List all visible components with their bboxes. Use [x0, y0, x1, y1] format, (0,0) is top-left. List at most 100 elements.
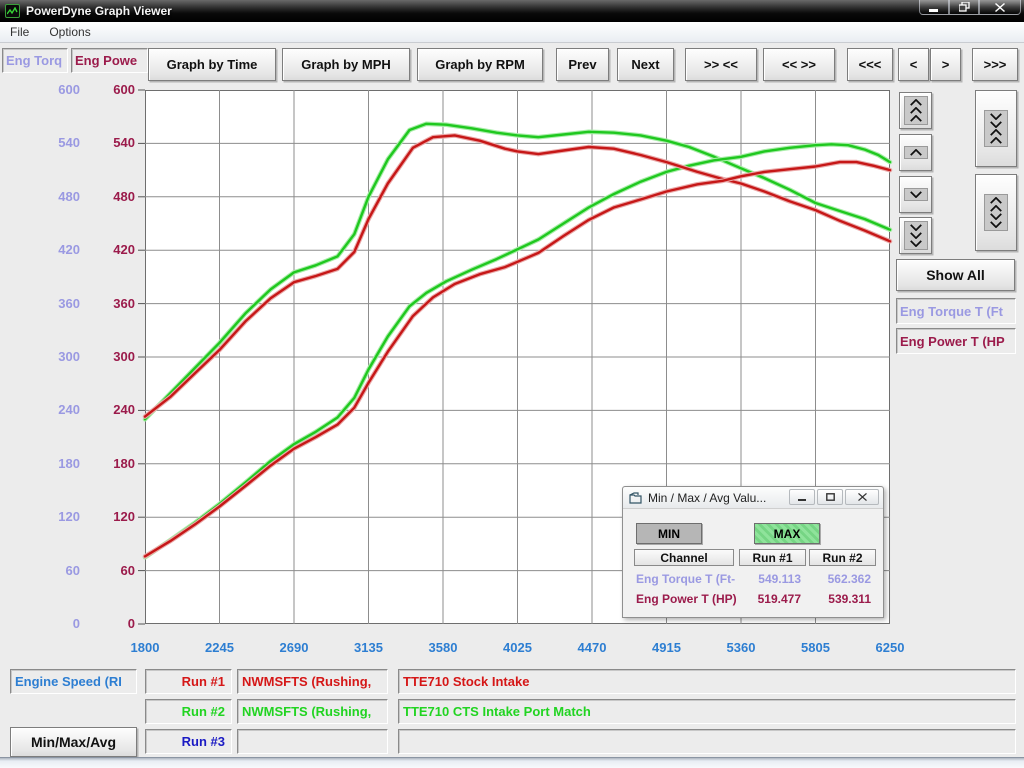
run1-column-header[interactable]: Run #1 [739, 549, 806, 566]
x-tick-label: 6250 [858, 640, 922, 655]
chevrons-converge-icon [984, 110, 1008, 147]
x-tick-label: 3580 [411, 640, 475, 655]
zoom-in-button[interactable]: >> << [685, 48, 757, 81]
minmax-close-button[interactable] [845, 489, 879, 505]
y-tick-label: 480 [86, 189, 135, 204]
y-tick-label: 0 [20, 616, 80, 631]
max-toggle-button[interactable]: MAX [754, 523, 820, 544]
show-all-button[interactable]: Show All [896, 259, 1015, 291]
power-channel-label[interactable]: Eng Power T (HP [896, 328, 1016, 354]
scroll-first-button[interactable]: <<< [847, 48, 893, 81]
close-button[interactable] [979, 0, 1021, 15]
run2-description: TTE710 CTS Intake Port Match [398, 699, 1016, 724]
scale-up-button[interactable] [899, 134, 932, 171]
run2-label: Run #2 [145, 699, 232, 724]
minmax-avg-button[interactable]: Min/Max/Avg [10, 727, 137, 757]
run1-description: TTE710 Stock Intake [398, 669, 1016, 694]
x-tick-label: 4915 [635, 640, 699, 655]
expand-vertical-button[interactable] [975, 174, 1017, 251]
restore-button[interactable] [949, 0, 979, 15]
y-tick-label: 360 [86, 296, 135, 311]
scale-up-fast-button[interactable] [899, 92, 932, 129]
y-tick-label: 180 [20, 456, 80, 471]
chevron-triple-up-icon [904, 96, 928, 125]
y-tick-label: 420 [86, 242, 135, 257]
minimize-button[interactable] [919, 0, 949, 15]
x-tick-label: 4025 [486, 640, 550, 655]
minmax-row-value: 562.362 [809, 572, 871, 586]
scroll-right-button[interactable]: > [930, 48, 961, 81]
minmax-row-channel: Eng Torque T (Ft- [636, 572, 741, 586]
minmax-title-bar[interactable]: Min / Max / Avg Valu... [623, 487, 883, 509]
close-icon [858, 493, 867, 501]
close-icon [995, 3, 1005, 12]
minimize-icon [798, 494, 806, 501]
y-tick-label: 300 [20, 349, 80, 364]
restore-icon [826, 493, 835, 501]
x-tick-label: 3135 [337, 640, 401, 655]
scroll-left-button[interactable]: < [898, 48, 929, 81]
channel-column-header[interactable]: Channel [634, 549, 734, 566]
scale-down-button[interactable] [899, 176, 932, 213]
y-tick-label: 480 [20, 189, 80, 204]
y-tick-label: 240 [86, 402, 135, 417]
powerdyne-window: PowerDyne Graph Viewer File Options Eng … [0, 0, 1024, 768]
graph-by-rpm-button[interactable]: Graph by RPM [417, 48, 543, 81]
y-tick-label: 360 [20, 296, 80, 311]
scroll-last-button[interactable]: >>> [972, 48, 1018, 81]
minmax-row-channel: Eng Power T (HP) [636, 592, 741, 606]
compress-vertical-button[interactable] [975, 90, 1017, 167]
y-tick-label: 60 [86, 563, 135, 578]
menu-options[interactable]: Options [39, 23, 100, 41]
minmax-window-title: Min / Max / Avg Valu... [648, 491, 766, 505]
minmax-row-value: 539.311 [809, 592, 871, 606]
x-tick-label: 2690 [262, 640, 326, 655]
minmax-window: Min / Max / Avg Valu... MIN MAX Channel … [622, 486, 884, 618]
run2-column-header[interactable]: Run #2 [809, 549, 876, 566]
window-icon [629, 492, 643, 504]
eng-power-channel-button[interactable]: Eng Powe [71, 48, 148, 73]
eng-torque-channel-button[interactable]: Eng Torq [2, 48, 68, 73]
x-tick-label: 5805 [784, 640, 848, 655]
chevron-down-icon [904, 188, 928, 201]
y-tick-label: 600 [86, 82, 135, 97]
torque-axis-labels: 060120180240300360420480540600 [20, 90, 80, 624]
x-tick-label: 1800 [113, 640, 177, 655]
window-title: PowerDyne Graph Viewer [26, 4, 172, 18]
power-axis-labels: 060120180240300360420480540600 [86, 90, 135, 624]
app-icon [5, 4, 20, 18]
y-tick-label: 60 [20, 563, 80, 578]
menu-file[interactable]: File [0, 23, 39, 41]
run2-file: NWMSFTS (Rushing, [237, 699, 388, 724]
x-axis-labels: 1800224526903135358040254470491553605805… [145, 640, 890, 658]
restore-icon [959, 2, 970, 12]
y-tick-label: 540 [20, 135, 80, 150]
x-tick-label: 5360 [709, 640, 773, 655]
y-tick-label: 540 [86, 135, 135, 150]
minmax-restore-button[interactable] [817, 489, 843, 505]
next-button[interactable]: Next [617, 48, 674, 81]
run1-label: Run #1 [145, 669, 232, 694]
torque-channel-label[interactable]: Eng Torque T (Ft [896, 298, 1016, 324]
minimize-icon [929, 3, 939, 12]
y-tick-label: 0 [86, 616, 135, 631]
min-toggle-button[interactable]: MIN [636, 523, 702, 544]
minmax-row-value: 519.477 [739, 592, 801, 606]
menu-bar: File Options [0, 22, 1024, 43]
graph-by-time-button[interactable]: Graph by Time [148, 48, 276, 81]
x-channel-button[interactable]: Engine Speed (RI [10, 669, 137, 694]
scale-down-fast-button[interactable] [899, 217, 932, 254]
title-bar[interactable]: PowerDyne Graph Viewer [0, 0, 1024, 22]
run1-file: NWMSFTS (Rushing, [237, 669, 388, 694]
run3-file [237, 729, 388, 754]
minmax-minimize-button[interactable] [789, 489, 815, 505]
taskbar-edge [0, 757, 1024, 768]
prev-button[interactable]: Prev [556, 48, 609, 81]
y-tick-label: 120 [86, 509, 135, 524]
y-tick-label: 300 [86, 349, 135, 364]
graph-by-mph-button[interactable]: Graph by MPH [282, 48, 410, 81]
chevrons-diverge-icon [984, 194, 1008, 231]
zoom-out-button[interactable]: << >> [763, 48, 835, 81]
y-tick-label: 240 [20, 402, 80, 417]
y-tick-label: 120 [20, 509, 80, 524]
